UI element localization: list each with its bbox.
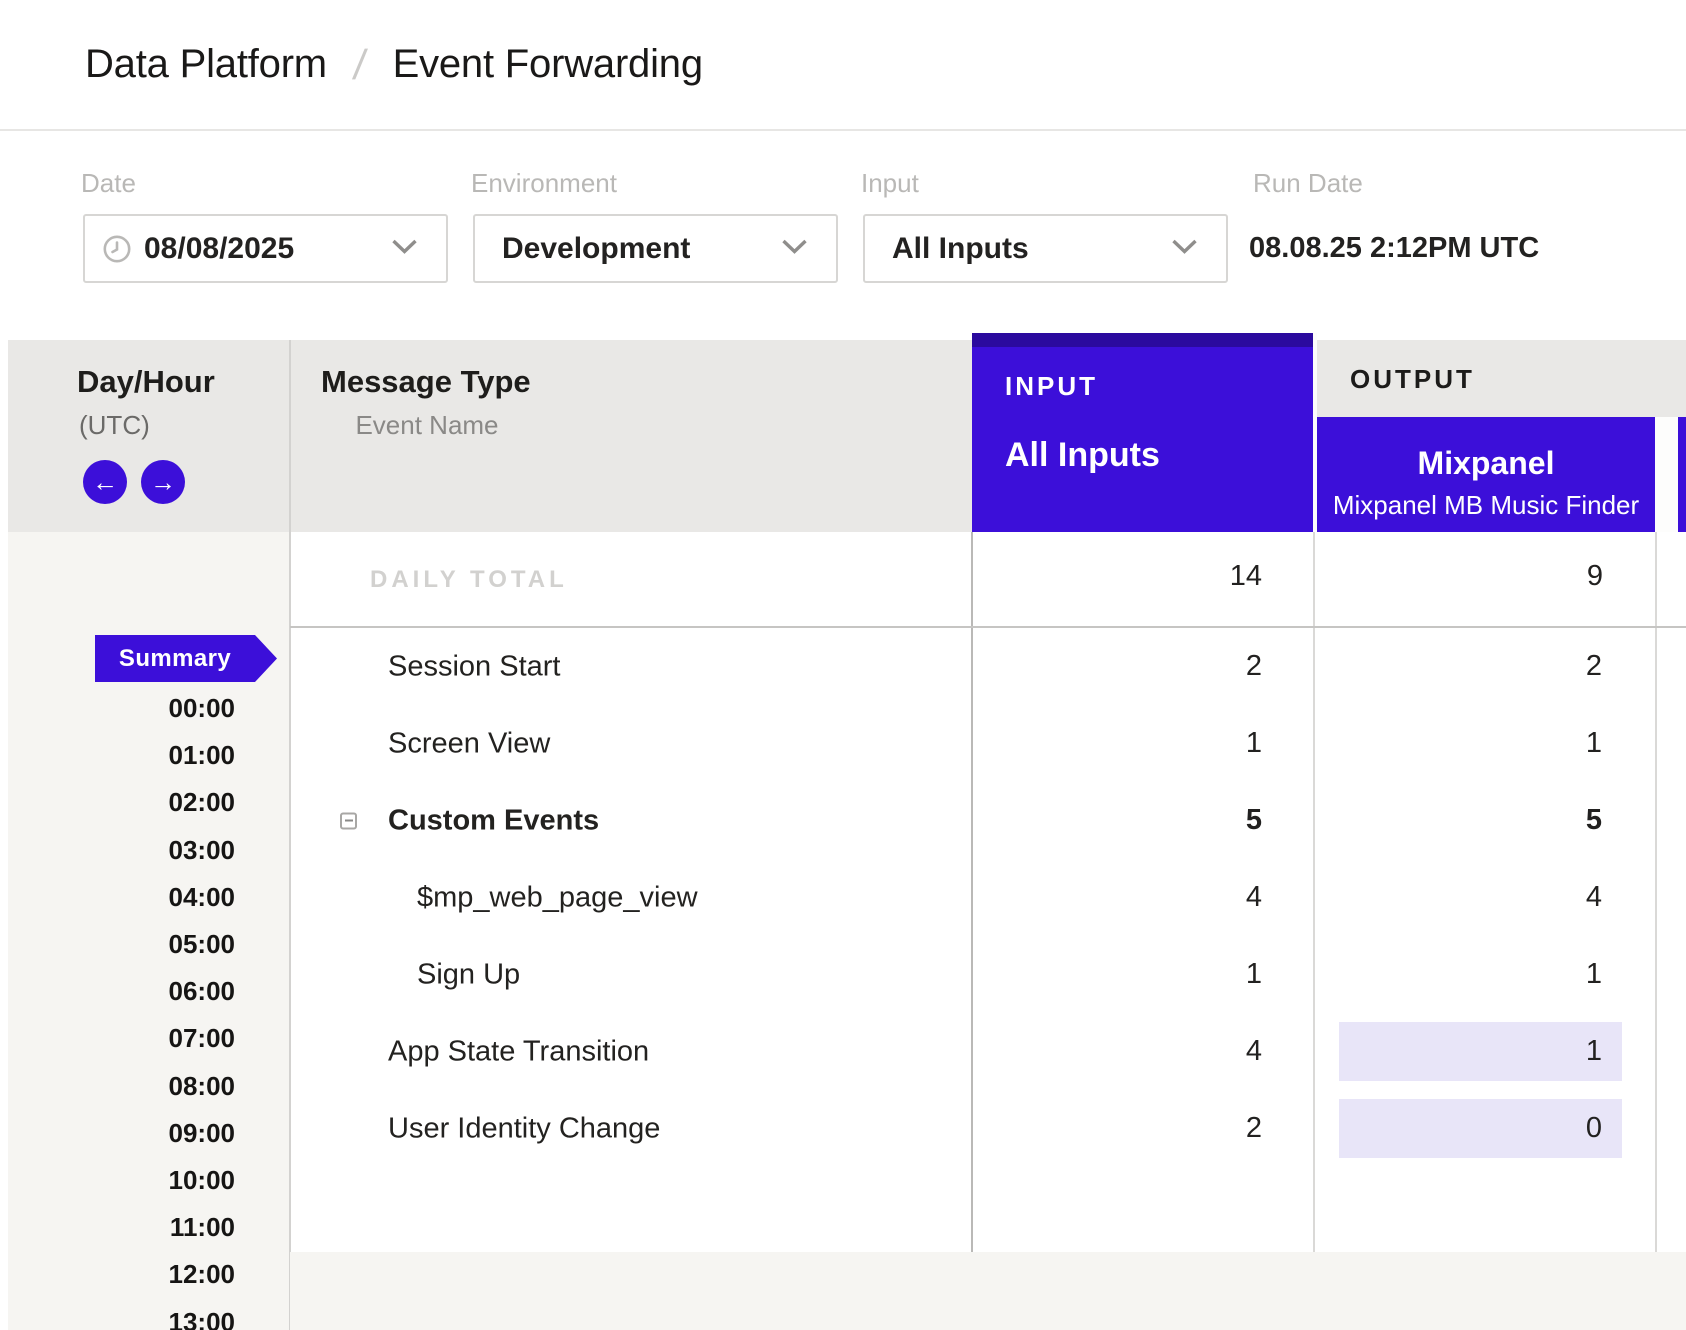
input-count: 2 bbox=[972, 1090, 1262, 1167]
chevron-down-icon bbox=[391, 238, 418, 260]
previous-day-button[interactable]: ← bbox=[83, 460, 127, 504]
table-row[interactable]: $mp_web_page_view 4 4 bbox=[290, 859, 1686, 936]
table-row[interactable]: User Identity Change 2 0 bbox=[290, 1090, 1686, 1167]
chevron-down-icon bbox=[781, 238, 808, 260]
environment-filter-label: Environment bbox=[471, 168, 617, 199]
table-row[interactable]: Custom Events 5 5 bbox=[290, 782, 1686, 859]
table-row[interactable]: Screen View 1 1 bbox=[290, 705, 1686, 782]
hour-label[interactable]: 05:00 bbox=[8, 929, 235, 959]
input-count: 5 bbox=[972, 782, 1262, 859]
output-column-header[interactable]: Mixpanel Mixpanel MB Music Finder bbox=[1317, 417, 1655, 532]
output-cell: 5 bbox=[1316, 782, 1602, 859]
table-row[interactable]: Session Start 2 2 bbox=[290, 628, 1686, 705]
input-column-name: All Inputs bbox=[1005, 436, 1160, 475]
event-name-label: Custom Events bbox=[388, 804, 599, 837]
date-dropdown[interactable]: 08/08/2025 bbox=[83, 214, 448, 283]
breadcrumb-page: Event Forwarding bbox=[393, 42, 703, 87]
output-count: 1 bbox=[1316, 705, 1602, 782]
breadcrumb-separator: / bbox=[351, 41, 369, 89]
input-filter-label: Input bbox=[861, 168, 919, 199]
daily-total-label: DAILY TOTAL bbox=[370, 566, 568, 594]
day-hour-header: Day/Hour bbox=[77, 364, 215, 400]
output-count: 0 bbox=[1339, 1099, 1622, 1158]
event-name-label: Session Start bbox=[388, 650, 560, 683]
arrow-left-icon: ← bbox=[92, 469, 118, 495]
output-count: 1 bbox=[1339, 1022, 1622, 1081]
hour-label[interactable]: 13:00 bbox=[8, 1307, 235, 1330]
input-count: 1 bbox=[972, 936, 1262, 1013]
input-count: 4 bbox=[972, 1013, 1262, 1090]
breadcrumb-section[interactable]: Data Platform bbox=[85, 42, 327, 87]
event-rows: Session Start 2 2 Screen View 1 1 Custom… bbox=[290, 628, 1686, 1167]
summary-flag[interactable]: Summary bbox=[95, 635, 277, 682]
event-name-label: $mp_web_page_view bbox=[417, 881, 698, 914]
daily-total-output-count: 9 bbox=[1350, 560, 1603, 593]
hour-rail: Summary 00:00 01:00 02:00 03:00 04:00 05:00 06… bbox=[8, 532, 289, 1330]
hour-label[interactable]: 08:00 bbox=[8, 1071, 235, 1101]
summary-flag-label: Summary bbox=[95, 645, 255, 673]
next-day-button[interactable]: → bbox=[141, 460, 185, 504]
input-count: 2 bbox=[972, 628, 1262, 705]
chevron-down-icon bbox=[1171, 238, 1198, 260]
output-section-label: OUTPUT bbox=[1350, 364, 1475, 395]
hour-label[interactable]: 11:00 bbox=[8, 1212, 235, 1242]
output-column-name: Mixpanel bbox=[1317, 445, 1655, 482]
event-name-label: Sign Up bbox=[417, 958, 520, 991]
run-date-value: 08.08.25 2:12PM UTC bbox=[1249, 232, 1539, 265]
hour-label[interactable]: 06:00 bbox=[8, 976, 235, 1006]
event-name-label: User Identity Change bbox=[388, 1112, 660, 1145]
next-output-column-partial bbox=[1678, 417, 1686, 532]
output-count: 4 bbox=[1316, 859, 1602, 936]
hour-label[interactable]: 00:00 bbox=[8, 693, 235, 723]
day-hour-subheader: (UTC) bbox=[79, 410, 150, 441]
table-row[interactable]: App State Transition 4 1 bbox=[290, 1013, 1686, 1090]
column-gutter bbox=[1655, 417, 1678, 532]
table-row[interactable]: Sign Up 1 1 bbox=[290, 936, 1686, 1013]
environment-value: Development bbox=[502, 232, 690, 266]
clock-icon bbox=[102, 234, 132, 264]
input-count: 4 bbox=[972, 859, 1262, 936]
hour-label[interactable]: 12:00 bbox=[8, 1259, 235, 1289]
output-cell: 4 bbox=[1316, 859, 1602, 936]
event-name-label: App State Transition bbox=[388, 1035, 649, 1068]
output-count: 5 bbox=[1316, 782, 1602, 859]
hour-label[interactable]: 07:00 bbox=[8, 1023, 235, 1053]
hour-label[interactable]: 02:00 bbox=[8, 787, 235, 817]
output-cell: 0 bbox=[1339, 1099, 1622, 1158]
run-date-label: Run Date bbox=[1253, 168, 1363, 199]
hour-label[interactable]: 03:00 bbox=[8, 835, 235, 865]
breadcrumb: Data Platform / Event Forwarding bbox=[85, 0, 703, 129]
output-cell: 2 bbox=[1316, 628, 1602, 705]
message-type-header: Message Type bbox=[321, 364, 531, 400]
arrow-right-icon: → bbox=[150, 469, 176, 495]
minus-box-icon[interactable] bbox=[340, 812, 357, 829]
input-column-header[interactable] bbox=[972, 333, 1314, 532]
hour-label[interactable]: 04:00 bbox=[8, 882, 235, 912]
event-forwarding-page: Data Platform / Event Forwarding Date En… bbox=[0, 0, 1686, 1330]
output-count: 1 bbox=[1316, 936, 1602, 1013]
output-cell: 1 bbox=[1339, 1022, 1622, 1081]
input-count: 1 bbox=[972, 705, 1262, 782]
event-name-subheader: Event Name bbox=[321, 410, 533, 441]
hour-label[interactable]: 01:00 bbox=[8, 740, 235, 770]
date-value: 08/08/2025 bbox=[144, 232, 294, 266]
output-cell: 1 bbox=[1316, 705, 1602, 782]
table-footer-band bbox=[290, 1252, 1686, 1330]
input-section-label: INPUT bbox=[1005, 371, 1098, 402]
hour-label[interactable]: 09:00 bbox=[8, 1118, 235, 1148]
date-filter-label: Date bbox=[81, 168, 136, 199]
daily-total-input-count: 14 bbox=[1000, 560, 1262, 593]
environment-dropdown[interactable]: Development bbox=[473, 214, 838, 283]
output-cell: 1 bbox=[1316, 936, 1602, 1013]
input-dropdown[interactable]: All Inputs bbox=[863, 214, 1228, 283]
event-name-label: Screen View bbox=[388, 727, 550, 760]
output-column-subtitle: Mixpanel MB Music Finder bbox=[1317, 490, 1655, 521]
input-value: All Inputs bbox=[892, 232, 1029, 266]
top-bar: Data Platform / Event Forwarding bbox=[0, 0, 1686, 131]
hour-label[interactable]: 10:00 bbox=[8, 1165, 235, 1195]
output-count: 2 bbox=[1316, 628, 1602, 705]
